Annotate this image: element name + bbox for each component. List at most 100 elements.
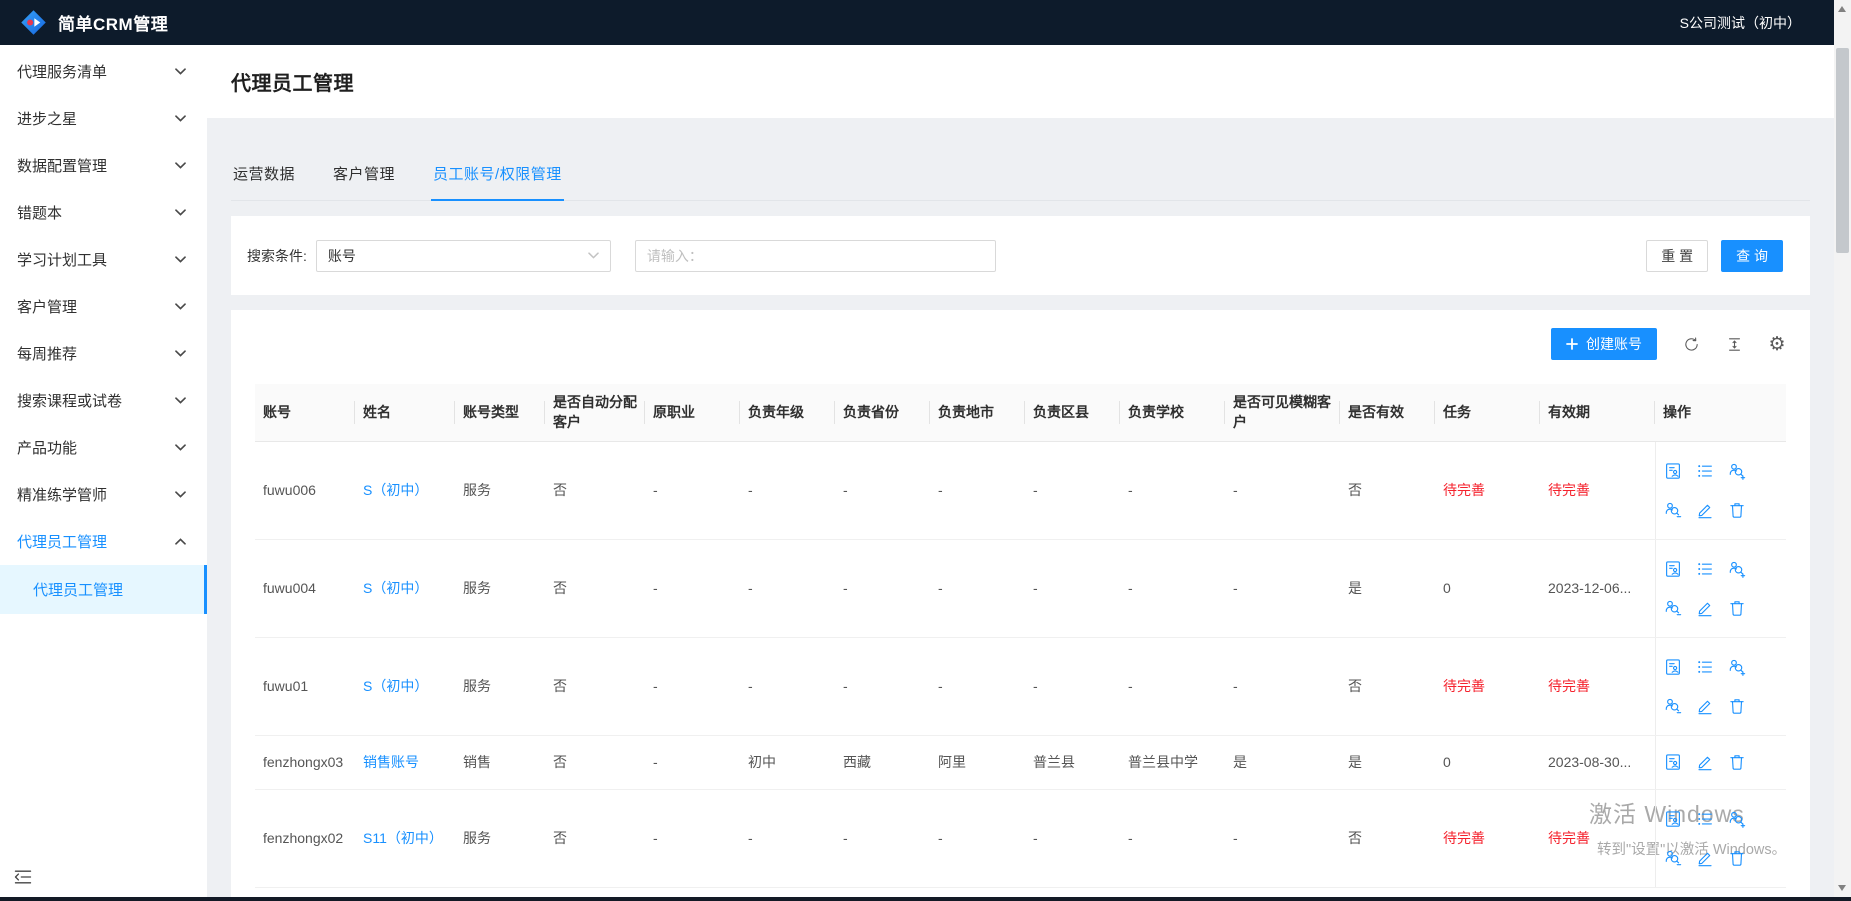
edit-icon[interactable]	[1696, 599, 1714, 617]
delete-icon[interactable]	[1728, 599, 1746, 617]
chevron-down-icon	[175, 303, 186, 310]
col-actions: 操作	[1655, 384, 1786, 441]
search-condition-label: 搜索条件:	[247, 246, 307, 266]
edit-icon[interactable]	[1696, 753, 1714, 771]
employee-name-link[interactable]: 销售账号	[355, 735, 455, 789]
row-actions	[1655, 735, 1786, 789]
table-row: fenzhongx03 销售账号 销售 否 - 初中 西藏 阿里 普兰县 普兰县…	[255, 735, 1786, 789]
profile-card-icon[interactable]	[1664, 753, 1682, 771]
table-row: fenzhongx02 S11（初中） 服务 否 - - - - - - - 否…	[255, 789, 1786, 887]
vertical-scrollbar[interactable]	[1834, 0, 1851, 901]
col-auto-assign: 是否自动分配客户	[545, 384, 645, 441]
scroll-up-arrow-icon[interactable]	[1838, 6, 1846, 12]
page-title: 代理员工管理	[231, 67, 354, 96]
sidebar-item-product-features[interactable]: 产品功能	[0, 424, 207, 471]
col-account-type: 账号类型	[455, 384, 545, 441]
sidebar-subitem-agent-employee-management[interactable]: 代理员工管理	[0, 565, 207, 614]
col-active: 是否有效	[1340, 384, 1435, 441]
query-button[interactable]: 查 询	[1721, 240, 1783, 272]
profile-card-icon[interactable]	[1664, 658, 1682, 676]
column-height-icon[interactable]	[1725, 335, 1743, 353]
settings-gear-icon[interactable]: ⚙	[1768, 335, 1786, 353]
col-city: 负责地市	[930, 384, 1025, 441]
chevron-down-icon	[175, 397, 186, 404]
edit-icon[interactable]	[1696, 501, 1714, 519]
col-school: 负责学校	[1120, 384, 1225, 441]
edit-icon[interactable]	[1696, 849, 1714, 867]
sidebar-item-search-course-or-paper[interactable]: 搜索课程或试卷	[0, 377, 207, 424]
chevron-up-icon	[175, 538, 186, 545]
table-row: fuwu006 S（初中） 服务 否 - - - - - - - 否 待完善 待…	[255, 441, 1786, 539]
sidebar-item-agent-employee-management[interactable]: 代理员工管理	[0, 518, 207, 565]
table-row: fuwu004 S（初中） 服务 否 - - - - - - - 是 0 202…	[255, 539, 1786, 637]
row-actions	[1655, 441, 1786, 539]
user-remove-search-icon[interactable]	[1664, 599, 1682, 617]
sidebar-item-progress-star[interactable]: 进步之星	[0, 95, 207, 142]
create-account-button[interactable]: 创建账号	[1551, 328, 1657, 360]
reset-button[interactable]: 重 置	[1646, 240, 1708, 272]
chevron-down-icon	[175, 115, 186, 122]
search-panel: 搜索条件: 账号 重 置 查 询	[231, 216, 1810, 295]
tab-operation-data[interactable]: 运营数据	[231, 147, 297, 200]
main-content: 代理员工管理 运营数据 客户管理 员工账号/权限管理 搜索条件: 账号 重 置 …	[207, 45, 1834, 901]
sidebar-item-weekly-recommend[interactable]: 每周推荐	[0, 330, 207, 377]
sidebar-item-study-plan-tools[interactable]: 学习计划工具	[0, 236, 207, 283]
col-expiry: 有效期	[1540, 384, 1655, 441]
sidebar-item-agent-service-list[interactable]: 代理服务清单	[0, 48, 207, 95]
list-icon[interactable]	[1696, 560, 1714, 578]
list-icon[interactable]	[1696, 810, 1714, 828]
chevron-down-icon	[175, 68, 186, 75]
sidebar-item-data-config[interactable]: 数据配置管理	[0, 142, 207, 189]
search-field-select[interactable]: 账号	[316, 240, 611, 272]
delete-icon[interactable]	[1728, 697, 1746, 715]
profile-card-icon[interactable]	[1664, 560, 1682, 578]
scrollbar-thumb[interactable]	[1836, 48, 1849, 253]
table-header-row: 账号 姓名 账号类型 是否自动分配客户 原职业 负责年级 负责省份 负责地市 负…	[255, 384, 1786, 441]
col-fuzzy-visible: 是否可见模糊客户	[1225, 384, 1340, 441]
page-header: 代理员工管理	[207, 45, 1834, 118]
employee-name-link[interactable]: S（初中）	[355, 441, 455, 539]
reload-icon[interactable]	[1682, 335, 1700, 353]
user-add-search-icon[interactable]	[1728, 560, 1746, 578]
chevron-down-icon	[175, 491, 186, 498]
delete-icon[interactable]	[1728, 849, 1746, 867]
employee-name-link[interactable]: S（初中）	[355, 539, 455, 637]
edit-icon[interactable]	[1696, 697, 1714, 715]
account-name[interactable]: S公司测试（初中）	[1680, 13, 1801, 33]
delete-icon[interactable]	[1728, 753, 1746, 771]
col-occupation: 原职业	[645, 384, 740, 441]
chevron-down-icon	[175, 162, 186, 169]
row-actions	[1655, 637, 1786, 735]
employee-name-link[interactable]: S11（初中）	[355, 789, 455, 887]
employees-table: 账号 姓名 账号类型 是否自动分配客户 原职业 负责年级 负责省份 负责地市 负…	[255, 384, 1786, 888]
profile-card-icon[interactable]	[1664, 810, 1682, 828]
user-remove-search-icon[interactable]	[1664, 697, 1682, 715]
table-row: fuwu01 S（初中） 服务 否 - - - - - - - 否 待完善 待完…	[255, 637, 1786, 735]
profile-card-icon[interactable]	[1664, 462, 1682, 480]
user-remove-search-icon[interactable]	[1664, 501, 1682, 519]
user-remove-search-icon[interactable]	[1664, 849, 1682, 867]
table-panel: 创建账号 ⚙ 账号 姓名 账号类型 是否自动分配	[231, 310, 1810, 897]
tab-employee-account-permission[interactable]: 员工账号/权限管理	[431, 147, 564, 200]
list-icon[interactable]	[1696, 658, 1714, 676]
active-tab-indicator	[431, 199, 564, 201]
tabs: 运营数据 客户管理 员工账号/权限管理	[231, 147, 1810, 201]
chevron-down-icon	[588, 252, 599, 259]
tab-customer-management[interactable]: 客户管理	[331, 147, 397, 200]
sidebar-item-wrong-question-book[interactable]: 错题本	[0, 189, 207, 236]
app-logo-icon	[20, 9, 47, 36]
table-toolbar: 创建账号 ⚙	[255, 328, 1786, 360]
user-add-search-icon[interactable]	[1728, 462, 1746, 480]
list-icon[interactable]	[1696, 462, 1714, 480]
row-actions	[1655, 789, 1786, 887]
search-input[interactable]	[635, 240, 996, 272]
employee-name-link[interactable]: S（初中）	[355, 637, 455, 735]
collapse-sidebar-icon[interactable]	[13, 867, 35, 889]
sidebar-item-precision-practice[interactable]: 精准练学管师	[0, 471, 207, 518]
app-title: 简单CRM管理	[58, 10, 168, 35]
scroll-down-arrow-icon[interactable]	[1838, 885, 1846, 891]
user-add-search-icon[interactable]	[1728, 658, 1746, 676]
user-add-search-icon[interactable]	[1728, 810, 1746, 828]
delete-icon[interactable]	[1728, 501, 1746, 519]
sidebar-item-customer-management[interactable]: 客户管理	[0, 283, 207, 330]
